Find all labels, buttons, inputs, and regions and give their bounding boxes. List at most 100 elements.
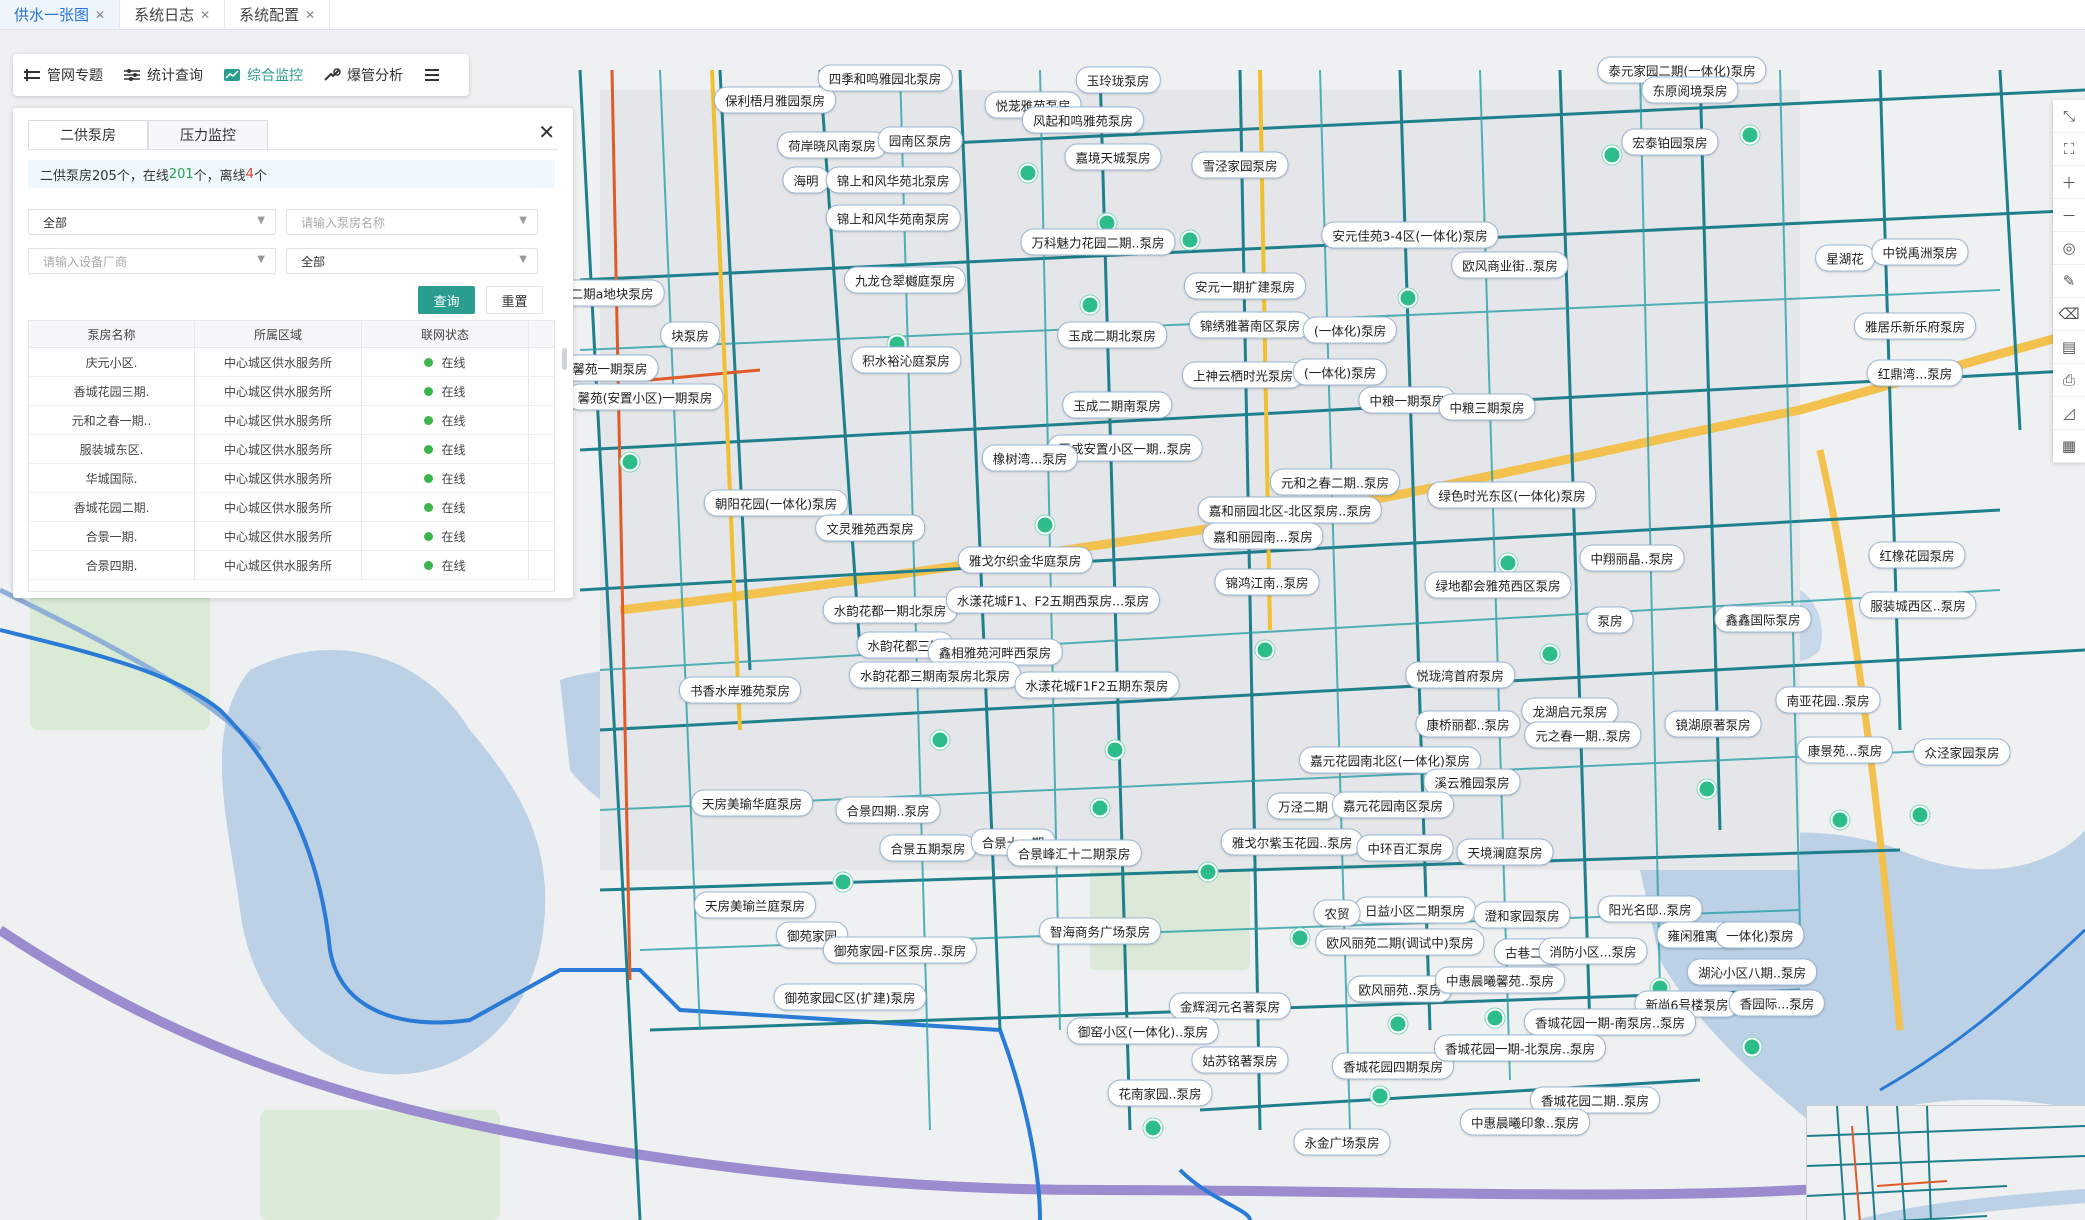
map-label[interactable]: 日益小区二期泵房 <box>1353 896 1477 924</box>
map-label[interactable]: 雅戈尔紫玉花园..泵房 <box>1220 828 1364 856</box>
map-label[interactable]: 中惠晨曦印象..泵房 <box>1460 1108 1590 1136</box>
map-label[interactable]: 合景峰汇十二期泵房 <box>1006 839 1142 867</box>
map-label[interactable]: 南亚花园..泵房 <box>1775 686 1881 714</box>
map-label[interactable]: 金辉润元名著泵房 <box>1168 992 1292 1020</box>
map-label[interactable]: 湖沁小区八期..泵房 <box>1687 958 1817 986</box>
map-label[interactable]: 服装城西区..泵房 <box>1859 591 1977 619</box>
map-label[interactable]: 园南区泵房 <box>877 126 963 154</box>
map-label[interactable]: 康景苑...泵房 <box>1796 736 1894 764</box>
close-icon[interactable]: ✕ <box>538 120 555 144</box>
pump-station-marker[interactable] <box>1540 644 1560 664</box>
map-label[interactable]: 宏泰铂园泵房 <box>1621 128 1719 156</box>
locate-icon[interactable]: ◎ <box>2053 232 2085 265</box>
map-label[interactable]: 上神云栖时光泵房 <box>1181 361 1305 389</box>
map-label[interactable]: 香城花园四期泵房 <box>1331 1052 1455 1080</box>
map-label[interactable]: 天房美瑜华庭泵房 <box>690 789 814 817</box>
table-row[interactable]: 华城国际. 中心城区供水服务所 在线 <box>29 464 554 493</box>
pump-station-marker[interactable] <box>1602 145 1622 165</box>
table-row[interactable]: 香城花园二期. 中心城区供水服务所 在线 <box>29 493 554 522</box>
map-label[interactable]: 欧风商业街..泵房 <box>1451 251 1569 279</box>
pump-station-marker[interactable] <box>1180 230 1200 250</box>
map-label[interactable]: 龙湖启元泵房 <box>1521 697 1619 725</box>
map-label[interactable]: 水韵花都一期北泵房 <box>822 596 958 624</box>
pump-station-marker[interactable] <box>1035 515 1055 535</box>
toolbar-item-monitoring[interactable]: 综合监控 <box>213 54 313 96</box>
map-label[interactable]: 四季和鸣雅园北泵房 <box>817 64 953 92</box>
pump-station-marker[interactable] <box>1910 805 1930 825</box>
close-icon[interactable]: ✕ <box>95 8 105 22</box>
map-label[interactable]: 御窑小区(一体化)..泵房 <box>1066 1017 1220 1045</box>
map-label[interactable]: 红鼎湾...泵房 <box>1866 359 1964 387</box>
tab-system-log[interactable]: 系统日志 ✕ <box>120 0 226 29</box>
map-label[interactable]: 嘉和丽园南...泵房 <box>1202 522 1324 550</box>
map-label[interactable]: 安元一期扩建泵房 <box>1183 272 1307 300</box>
map-label[interactable]: 玉成二期南泵房 <box>1062 391 1172 419</box>
map-label[interactable]: 星湖花 <box>1815 244 1875 272</box>
map-label[interactable]: 嘉境天城泵房 <box>1064 143 1162 171</box>
pump-station-marker[interactable] <box>1105 740 1125 760</box>
map-label[interactable]: 保利梧月雅园泵房 <box>713 86 837 114</box>
map-label[interactable]: 消防小区...泵房 <box>1538 937 1648 965</box>
table-row[interactable]: 服装城东区. 中心城区供水服务所 在线 <box>29 435 554 464</box>
close-icon[interactable]: ✕ <box>305 8 315 22</box>
map-label[interactable]: 一体化)泵房 <box>1715 921 1805 949</box>
map-label[interactable]: 中粮三期泵房 <box>1438 393 1536 421</box>
pump-station-marker[interactable] <box>1018 163 1038 183</box>
map-label[interactable]: 鑫鑫国际泵房 <box>1714 605 1812 633</box>
map-label[interactable]: 元和之春二期..泵房 <box>1270 468 1400 496</box>
vendor-input[interactable]: 请输入设备厂商 ▼ <box>28 248 276 274</box>
draw-icon[interactable]: ✎ <box>2053 265 2085 298</box>
tab-pressure-monitor[interactable]: 压力监控 <box>148 120 268 149</box>
map-label[interactable]: 锦上和风华苑北泵房 <box>825 166 961 194</box>
map-label[interactable]: 绿地都会雅苑西区泵房 <box>1424 571 1572 599</box>
map-label[interactable]: 东原阅境泵房 <box>1641 76 1739 104</box>
pump-station-marker[interactable] <box>1290 928 1310 948</box>
map-label[interactable]: 风起和鸣雅苑泵房 <box>1021 106 1145 134</box>
table-scrollbar[interactable] <box>562 348 567 370</box>
map-label[interactable]: 馨苑(安置小区)一期泵房 <box>566 383 724 411</box>
map-label[interactable]: 镜湖原著泵房 <box>1664 710 1762 738</box>
pump-station-marker[interactable] <box>1090 798 1110 818</box>
map-label[interactable]: 元之春一期..泵房 <box>1524 721 1642 749</box>
overview-minimap[interactable] <box>1806 1105 2085 1220</box>
map-label[interactable]: 香城花园一期-南泵房..泵房 <box>1524 1008 1696 1036</box>
map-label[interactable]: 合景五期泵房 <box>879 834 977 862</box>
map-label[interactable]: 农贸 <box>1313 899 1361 927</box>
map-label[interactable]: 合景四期..泵房 <box>835 796 941 824</box>
map-label[interactable]: 中惠晨曦馨苑..泵房 <box>1435 966 1565 994</box>
pump-station-marker[interactable] <box>1198 862 1218 882</box>
map-label[interactable]: 万科魅力花园二期..泵房 <box>1020 228 1176 256</box>
map-label[interactable]: 玉成二期北泵房 <box>1057 321 1167 349</box>
zoom-out-icon[interactable]: － <box>2053 199 2085 232</box>
status-select[interactable]: 全部 ▼ <box>286 248 538 274</box>
map-label[interactable]: 欧风丽苑二期(调试中)泵房 <box>1315 928 1485 956</box>
table-row[interactable]: 元和之春一期.. 中心城区供水服务所 在线 <box>29 406 554 435</box>
map-label[interactable]: (一体化)泵房 <box>1292 358 1388 386</box>
map-label[interactable]: 香城花园一期-北泵房..泵房 <box>1434 1034 1606 1062</box>
table-row[interactable]: 合景一期. 中心城区供水服务所 在线 <box>29 522 554 551</box>
map-label[interactable]: 悦珑湾首府泵房 <box>1405 661 1515 689</box>
pump-station-marker[interactable] <box>1388 1014 1408 1034</box>
pump-station-marker[interactable] <box>1370 1086 1390 1106</box>
chart-icon[interactable]: ◿ <box>2053 397 2085 430</box>
layers-icon[interactable]: ▤ <box>2053 331 2085 364</box>
map-label[interactable]: 雅居乐新乐府泵房 <box>1853 312 1977 340</box>
map-label[interactable]: 澄和家园泵房 <box>1473 901 1571 929</box>
measure-icon[interactable]: ⤡ <box>2053 100 2085 133</box>
map-label[interactable]: 御苑家园-F区泵房..泵房 <box>822 936 978 964</box>
reset-button[interactable]: 重置 <box>486 286 543 314</box>
map-label[interactable]: 中翔丽晶..泵房 <box>1579 544 1685 572</box>
toolbar-item-burst-analysis[interactable]: 爆管分析 <box>313 54 413 96</box>
fullscreen-icon[interactable]: ⛶ <box>2053 133 2085 166</box>
map-label[interactable]: 嘉和丽园北区-北区泵房..泵房 <box>1197 496 1383 524</box>
map-label[interactable]: 朝阳花园(一体化)泵房 <box>703 489 849 517</box>
map-label[interactable]: 块泵房 <box>660 321 720 349</box>
map-label[interactable]: 橡树湾...泵房 <box>981 444 1079 472</box>
map-label[interactable]: 二期a地块泵房 <box>559 279 665 307</box>
pump-station-marker[interactable] <box>1498 553 1518 573</box>
map-label[interactable]: 红橡花园泵房 <box>1868 541 1966 569</box>
map-label[interactable]: 花南家园..泵房 <box>1107 1079 1213 1107</box>
pump-station-marker[interactable] <box>1143 1118 1163 1138</box>
map-label[interactable]: 锦上和风华苑南泵房 <box>825 204 961 232</box>
pump-station-marker[interactable] <box>620 452 640 472</box>
